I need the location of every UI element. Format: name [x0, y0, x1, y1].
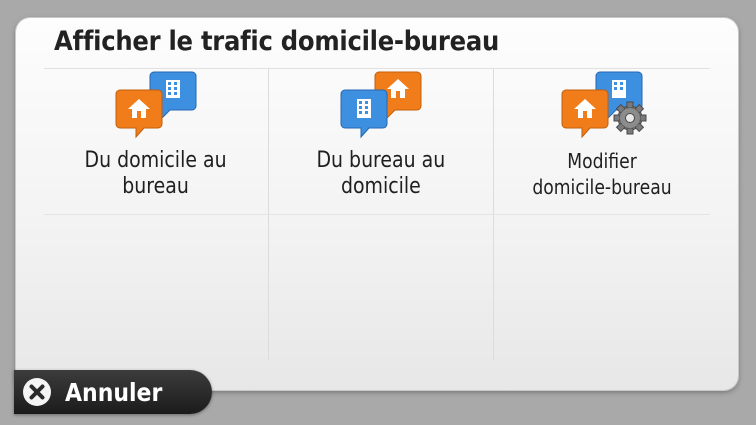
title-divider	[44, 68, 710, 69]
option-label: Modifier domicile-bureau	[532, 149, 672, 199]
dialog-title: Afficher le trafic domicile-bureau	[54, 26, 499, 57]
row-divider	[44, 214, 710, 215]
option-label: Du domicile au bureau	[84, 148, 228, 199]
home-to-office-icon	[115, 71, 197, 139]
option-office-to-home[interactable]: Du bureau au domicile	[269, 70, 493, 212]
option-label: Du bureau au domicile	[316, 148, 446, 199]
cancel-label: Annuler	[65, 377, 163, 407]
office-to-home-icon	[340, 71, 422, 139]
cancel-button[interactable]: Annuler	[14, 370, 212, 414]
close-icon	[23, 378, 51, 406]
option-home-to-office[interactable]: Du domicile au bureau	[44, 70, 268, 212]
traffic-dialog: Afficher le trafic domicile-bureau Du do…	[16, 18, 738, 390]
edit-home-office-icon	[561, 71, 647, 139]
option-edit-home-office[interactable]: Modifier domicile-bureau	[494, 70, 710, 212]
